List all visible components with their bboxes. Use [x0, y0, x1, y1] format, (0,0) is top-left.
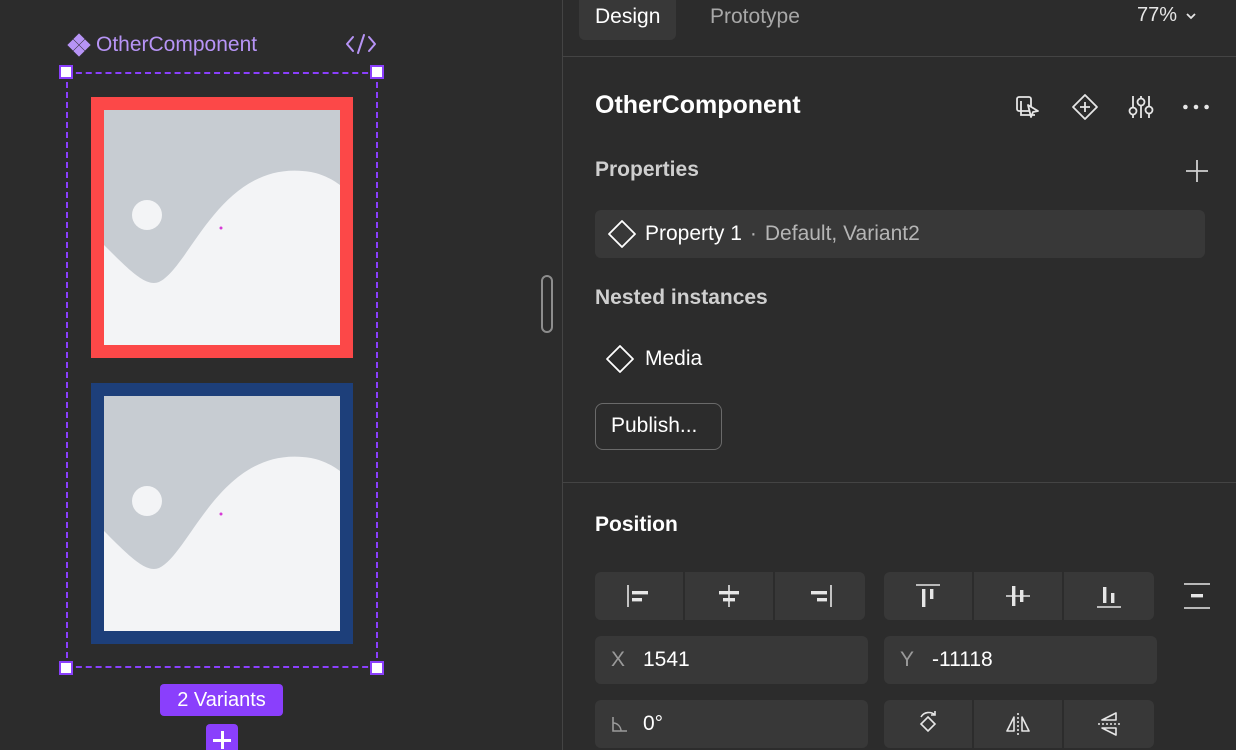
resize-handle-top-left[interactable] [59, 65, 73, 79]
rotate-button[interactable] [884, 700, 974, 748]
y-value: -11118 [932, 648, 993, 671]
resize-handle-bottom-right[interactable] [370, 661, 384, 675]
align-right-button[interactable] [775, 572, 865, 620]
component-set-name: OtherComponent [96, 33, 258, 56]
rotation-field[interactable]: 0° [595, 700, 868, 748]
component-title: OtherComponent [595, 91, 801, 119]
properties-label: Properties [595, 158, 699, 181]
align-top-icon [916, 584, 940, 607]
vertical-align-group [884, 572, 1154, 620]
resize-handle-top-right[interactable] [370, 65, 384, 79]
x-label: X [611, 648, 626, 671]
add-variant-icon[interactable] [1070, 92, 1100, 122]
flip-horizontal-icon [1006, 713, 1030, 735]
component-set-label[interactable]: OtherComponent [67, 33, 258, 57]
transform-group [884, 700, 1154, 748]
zoom-dropdown[interactable]: 77% [1137, 4, 1197, 27]
flip-horizontal-button[interactable] [974, 700, 1064, 748]
property-row[interactable]: Property 1 · Default, Variant2 [595, 210, 1205, 258]
rotate-icon [919, 711, 937, 733]
component-section: OtherComponent Properties Property 1 · D… [563, 58, 1236, 483]
adjust-icon[interactable] [1126, 92, 1156, 122]
properties-panel: Design Prototype 77% OtherComponent Prop… [562, 0, 1236, 750]
align-bottom-button[interactable] [1064, 572, 1154, 620]
tab-prototype[interactable]: Prototype [694, 0, 816, 40]
zoom-value: 77% [1137, 4, 1178, 26]
variant-default[interactable] [91, 97, 353, 358]
align-left-button[interactable] [595, 572, 685, 620]
align-right-icon [811, 585, 832, 607]
y-position-field[interactable]: Y -11118 [884, 636, 1157, 684]
publish-button[interactable]: Publish... [595, 403, 722, 450]
resize-handle-bottom-left[interactable] [59, 661, 73, 675]
variants-count-badge[interactable]: 2 Variants [160, 684, 283, 716]
flip-vertical-icon [1098, 712, 1120, 736]
panel-tabbar: Design Prototype 77% [563, 0, 1236, 57]
align-middle-button[interactable] [974, 572, 1064, 620]
nested-instance-item[interactable]: Media [605, 344, 702, 374]
position-section: Position X 1541 Y -11118 0° [563, 484, 1236, 750]
x-position-field[interactable]: X 1541 [595, 636, 868, 684]
align-top-button[interactable] [884, 572, 974, 620]
image-placeholder-icon [91, 97, 353, 358]
property-name: Property 1 [645, 222, 742, 245]
variant-2[interactable] [91, 383, 353, 644]
panel-resize-handle[interactable] [541, 275, 553, 333]
add-property-icon[interactable] [1184, 158, 1210, 184]
position-title: Position [595, 513, 678, 536]
distribute-icon[interactable] [1181, 580, 1213, 612]
property-separator: · [749, 222, 757, 245]
select-instances-icon[interactable] [1013, 92, 1043, 122]
nested-instances-label: Nested instances [595, 286, 768, 309]
x-value: 1541 [643, 648, 690, 671]
code-icon[interactable] [344, 30, 378, 58]
align-bottom-icon [1097, 587, 1121, 608]
add-variant-button[interactable] [206, 724, 238, 750]
rotation-value: 0° [643, 712, 664, 735]
align-center-h-button[interactable] [685, 572, 775, 620]
horizontal-align-group [595, 572, 865, 620]
canvas[interactable]: OtherComponent 2 Variants [0, 0, 562, 750]
align-middle-icon [1006, 586, 1030, 606]
component-set-icon [67, 33, 91, 57]
rotation-angle-icon [612, 717, 627, 732]
tab-design[interactable]: Design [579, 0, 677, 40]
variant-property-icon [608, 220, 636, 248]
property-values: Default, Variant2 [764, 222, 920, 245]
instance-icon [606, 345, 634, 373]
align-left-icon [627, 585, 648, 607]
align-center-horizontal-icon [719, 585, 739, 607]
image-placeholder-icon [91, 383, 353, 644]
flip-vertical-button[interactable] [1064, 700, 1154, 748]
more-options-icon[interactable] [1181, 92, 1211, 122]
nested-instance-name: Media [645, 347, 703, 370]
y-label: Y [900, 648, 915, 671]
chevron-down-icon [1186, 12, 1196, 19]
